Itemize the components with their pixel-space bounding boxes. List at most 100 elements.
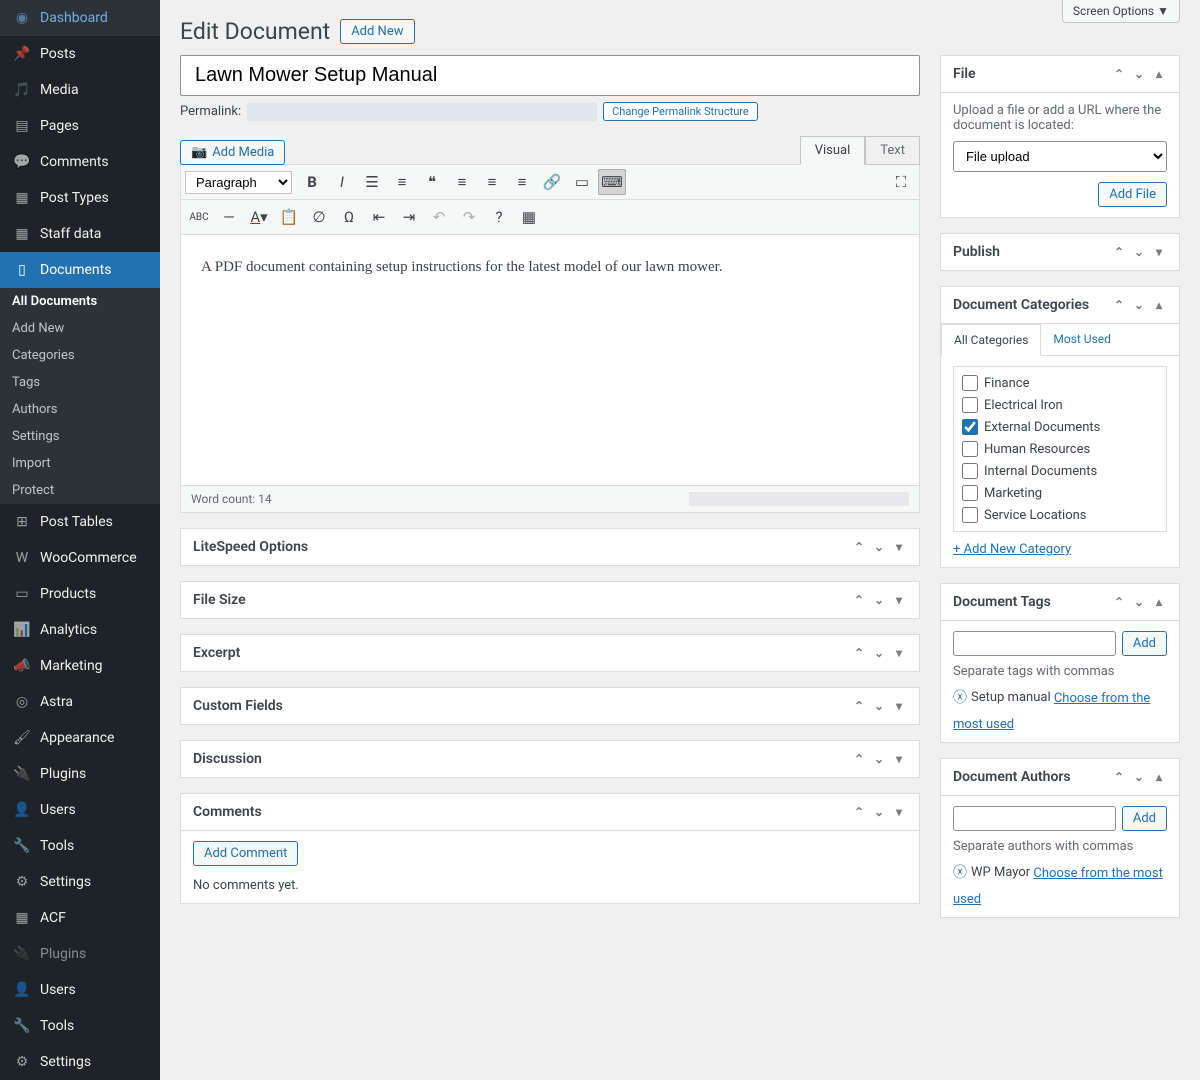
submenu-all-documents[interactable]: All Documents	[0, 288, 160, 315]
sidebar-item-products[interactable]: ▭ Products	[0, 576, 160, 612]
tab-most-used[interactable]: Most Used	[1041, 324, 1123, 355]
help-button[interactable]: ?	[485, 204, 513, 230]
paste-text-button[interactable]: 📋	[275, 204, 303, 230]
toggle-icon[interactable]: ▴	[1151, 594, 1167, 610]
editor-tab-visual[interactable]: Visual	[800, 136, 866, 165]
file-source-select[interactable]: File upload	[953, 141, 1167, 172]
sidebar-item-staff-data[interactable]: ▦ Staff data	[0, 216, 160, 252]
category-checkbox[interactable]	[962, 441, 978, 457]
paragraph-format-select[interactable]: Paragraph	[185, 171, 292, 194]
numbered-list-button[interactable]: ≡	[388, 169, 416, 195]
read-more-button[interactable]: ▭	[568, 169, 596, 195]
sidebar-item-settings[interactable]: ⚙ Settings	[0, 864, 160, 900]
toggle-icon[interactable]: ▾	[891, 645, 907, 661]
add-comment-button[interactable]: Add Comment	[193, 841, 298, 866]
add-author-button[interactable]: Add	[1122, 806, 1167, 831]
italic-button[interactable]: I	[328, 169, 356, 195]
add-tag-button[interactable]: Add	[1122, 631, 1167, 656]
sidebar-item-analytics[interactable]: 📊 Analytics	[0, 612, 160, 648]
outdent-button[interactable]: ⇤	[365, 204, 393, 230]
sidebar-item-pages[interactable]: ▤ Pages	[0, 108, 160, 144]
align-center-button[interactable]: ≡	[478, 169, 506, 195]
move-up-icon[interactable]: ⌃	[851, 592, 867, 608]
sidebar-item-media[interactable]: 🎵 Media	[0, 72, 160, 108]
move-down-icon[interactable]: ⌄	[871, 751, 887, 767]
fullscreen-button[interactable]: ⛶	[887, 169, 915, 195]
sidebar-item-acf[interactable]: ▦ ACF	[0, 900, 160, 936]
blockquote-button[interactable]: ❝	[418, 169, 446, 195]
category-item[interactable]: Electrical Iron	[962, 397, 1158, 413]
category-item[interactable]: Marketing	[962, 485, 1158, 501]
redo-button[interactable]: ↷	[455, 204, 483, 230]
move-down-icon[interactable]: ⌄	[871, 698, 887, 714]
submenu-settings[interactable]: Settings	[0, 423, 160, 450]
sidebar-item-posts[interactable]: 📌 Posts	[0, 36, 160, 72]
toggle-icon[interactable]: ▾	[891, 539, 907, 555]
category-item[interactable]: Service Locations	[962, 507, 1158, 523]
category-item[interactable]: Human Resources	[962, 441, 1158, 457]
move-up-icon[interactable]: ⌃	[851, 698, 867, 714]
move-down-icon[interactable]: ⌄	[1131, 594, 1147, 610]
submenu-protect[interactable]: Protect	[0, 477, 160, 504]
sidebar-item-tools[interactable]: 🔧 Tools	[0, 828, 160, 864]
sidebar-item-dashboard[interactable]: ◉ Dashboard	[0, 0, 160, 36]
text-color-button[interactable]: A▾	[245, 204, 273, 230]
toolbar-toggle-button[interactable]: ⌨	[598, 169, 626, 195]
submenu-tags[interactable]: Tags	[0, 369, 160, 396]
sidebar-item-tools-2[interactable]: 🔧 Tools	[0, 1008, 160, 1044]
move-down-icon[interactable]: ⌄	[871, 539, 887, 555]
editor-tab-text[interactable]: Text	[865, 136, 920, 165]
clear-formatting-button[interactable]: ∅	[305, 204, 333, 230]
sidebar-item-plugins[interactable]: 🔌 Plugins	[0, 756, 160, 792]
move-down-icon[interactable]: ⌄	[871, 645, 887, 661]
remove-tag-icon[interactable]: ⓧ	[953, 687, 967, 707]
move-down-icon[interactable]: ⌄	[1131, 244, 1147, 260]
document-title-input[interactable]	[180, 55, 920, 96]
move-down-icon[interactable]: ⌄	[1131, 297, 1147, 313]
sidebar-item-marketing[interactable]: 📣 Marketing	[0, 648, 160, 684]
submenu-authors[interactable]: Authors	[0, 396, 160, 423]
remove-author-icon[interactable]: ⓧ	[953, 862, 967, 882]
sidebar-item-post-tables[interactable]: ⊞ Post Tables	[0, 504, 160, 540]
change-permalink-button[interactable]: Change Permalink Structure	[603, 102, 758, 121]
bold-button[interactable]: B	[298, 169, 326, 195]
indent-button[interactable]: ⇥	[395, 204, 423, 230]
sidebar-item-astra[interactable]: ◎ Astra	[0, 684, 160, 720]
tab-all-categories[interactable]: All Categories	[941, 324, 1041, 356]
move-up-icon[interactable]: ⌃	[1111, 594, 1127, 610]
category-checkbox[interactable]	[962, 485, 978, 501]
toggle-icon[interactable]: ▴	[1151, 66, 1167, 82]
move-up-icon[interactable]: ⌃	[1111, 244, 1127, 260]
sidebar-item-documents[interactable]: ▯ Documents	[0, 252, 160, 288]
category-checkbox[interactable]	[962, 507, 978, 523]
category-item[interactable]: Internal Documents	[962, 463, 1158, 479]
sidebar-item-woocommerce[interactable]: W WooCommerce	[0, 540, 160, 576]
toggle-icon[interactable]: ▾	[891, 698, 907, 714]
undo-button[interactable]: ↶	[425, 204, 453, 230]
add-new-category-link[interactable]: + Add New Category	[953, 542, 1071, 557]
link-button[interactable]: 🔗	[538, 169, 566, 195]
sidebar-item-plugins-2[interactable]: 🔌 Plugins	[0, 936, 160, 972]
move-up-icon[interactable]: ⌃	[851, 804, 867, 820]
sidebar-item-comments[interactable]: 💬 Comments	[0, 144, 160, 180]
table-button[interactable]: ▦	[515, 204, 543, 230]
align-right-button[interactable]: ≡	[508, 169, 536, 195]
category-item[interactable]: Finance	[962, 375, 1158, 391]
toggle-icon[interactable]: ▴	[1151, 297, 1167, 313]
align-left-button[interactable]: ≡	[448, 169, 476, 195]
move-down-icon[interactable]: ⌄	[871, 592, 887, 608]
horizontal-rule-button[interactable]: —	[215, 204, 243, 230]
submenu-categories[interactable]: Categories	[0, 342, 160, 369]
move-down-icon[interactable]: ⌄	[1131, 66, 1147, 82]
strikethrough-button[interactable]: ABC	[185, 204, 213, 230]
submenu-import[interactable]: Import	[0, 450, 160, 477]
move-up-icon[interactable]: ⌃	[851, 645, 867, 661]
category-item[interactable]: External Documents	[962, 419, 1158, 435]
add-file-button[interactable]: Add File	[1098, 182, 1167, 207]
sidebar-item-post-types[interactable]: ▦ Post Types	[0, 180, 160, 216]
toggle-icon[interactable]: ▾	[891, 751, 907, 767]
move-up-icon[interactable]: ⌃	[851, 751, 867, 767]
move-up-icon[interactable]: ⌃	[1111, 66, 1127, 82]
sidebar-item-users-2[interactable]: 👤 Users	[0, 972, 160, 1008]
add-media-button[interactable]: 📷 Add Media	[180, 140, 285, 165]
